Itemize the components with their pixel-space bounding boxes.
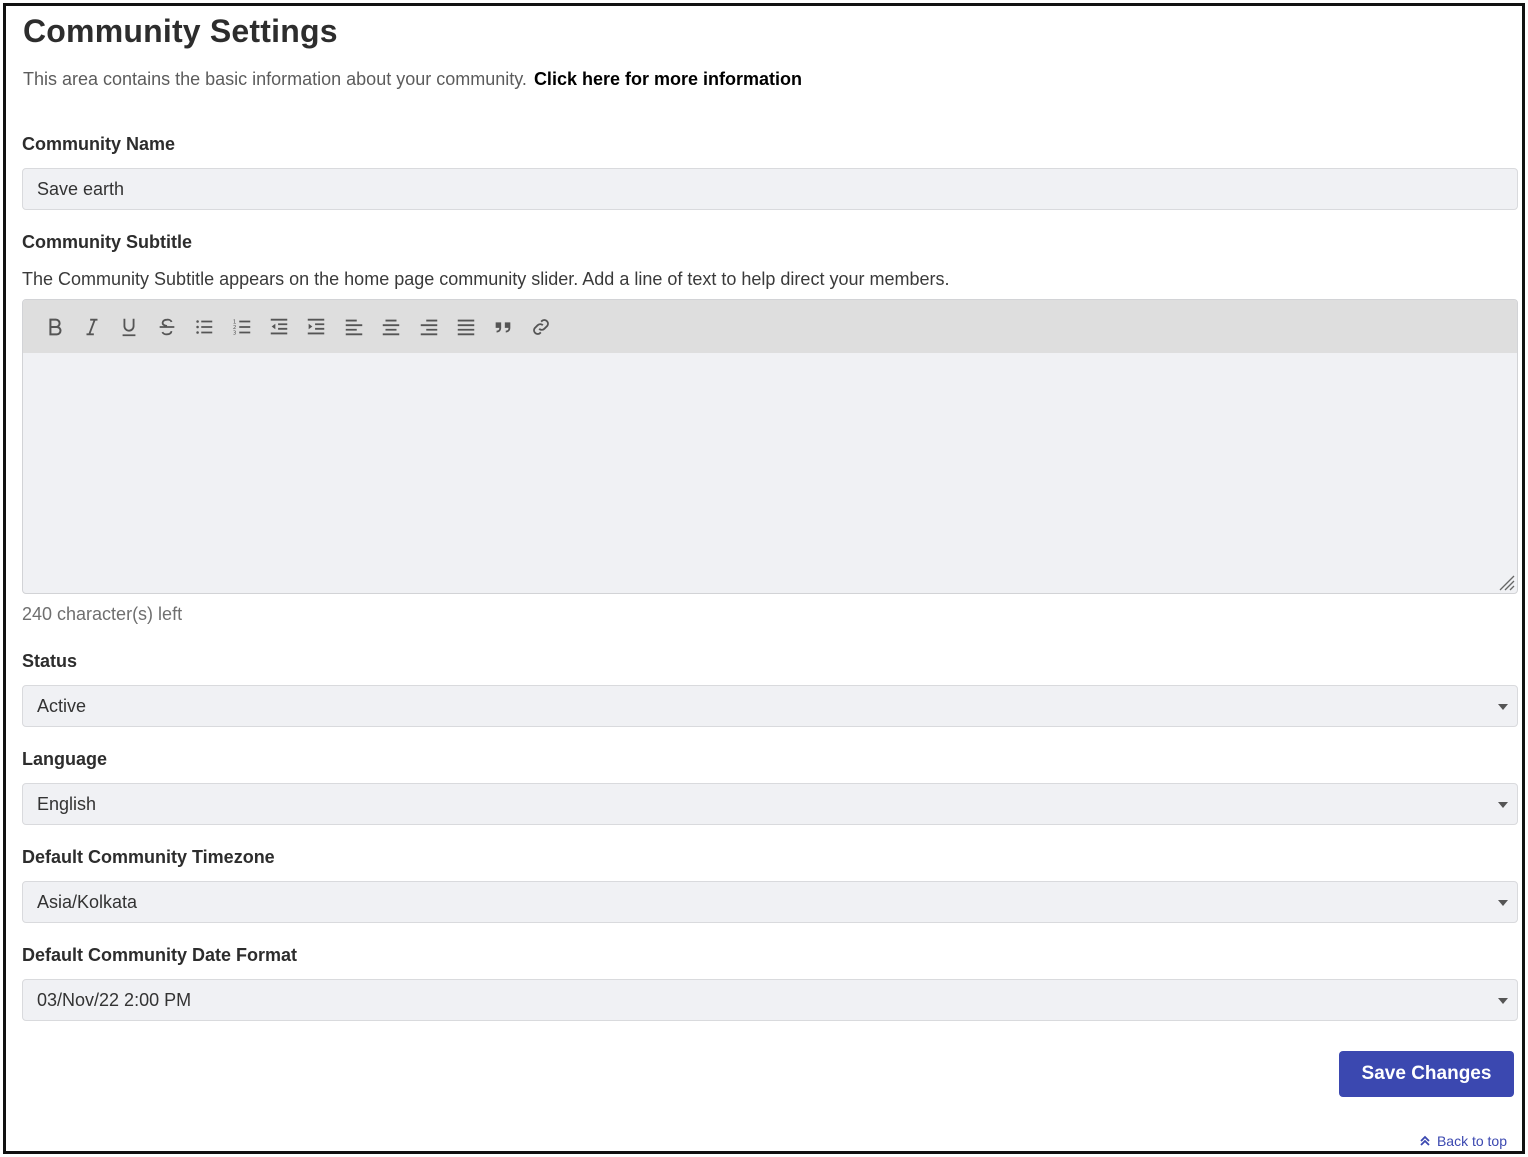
settings-panel: Community Settings This area contains th…: [3, 3, 1525, 1154]
save-changes-button[interactable]: Save Changes: [1339, 1051, 1514, 1097]
double-chevron-up-icon: [1420, 1135, 1430, 1146]
community-name-input[interactable]: Save earth: [22, 168, 1518, 210]
date-format-label: Default Community Date Format: [22, 945, 298, 965]
timezone-select[interactable]: Asia/Kolkata: [22, 881, 1518, 923]
status-select[interactable]: Active: [22, 685, 1518, 727]
italic-icon[interactable]: [73, 312, 110, 342]
underline-icon[interactable]: [111, 312, 148, 342]
indent-icon[interactable]: [298, 312, 335, 342]
align-left-icon[interactable]: [335, 312, 372, 342]
svg-text:3: 3: [232, 330, 236, 336]
align-center-icon[interactable]: [373, 312, 410, 342]
chevron-down-icon: [1498, 802, 1508, 808]
community-name-label: Community Name: [22, 134, 176, 154]
status-select-value: Active: [37, 696, 87, 716]
language-select[interactable]: English: [22, 783, 1518, 825]
link-icon[interactable]: [522, 312, 559, 342]
date-format-select-value: 03/Nov/22 2:00 PM: [37, 990, 192, 1010]
page-title: Community Settings: [23, 13, 338, 49]
intro-text: This area contains the basic information…: [23, 69, 802, 90]
subtitle-editor-content[interactable]: [23, 353, 1517, 593]
align-justify-icon[interactable]: [447, 312, 484, 342]
community-subtitle-label: Community Subtitle: [22, 232, 192, 252]
chevron-down-icon: [1498, 704, 1508, 710]
date-format-select[interactable]: 03/Nov/22 2:00 PM: [22, 979, 1518, 1021]
language-label: Language: [22, 749, 108, 769]
bold-icon[interactable]: [36, 312, 73, 342]
language-select-value: English: [37, 794, 97, 814]
bullet-list-icon[interactable]: [186, 312, 223, 342]
quote-icon[interactable]: [485, 312, 522, 342]
align-right-icon[interactable]: [410, 312, 447, 342]
character-counter: 240 character(s) left: [22, 604, 183, 624]
community-subtitle-help: The Community Subtitle appears on the ho…: [22, 269, 950, 289]
numbered-list-icon[interactable]: 123: [223, 312, 260, 342]
intro-description: This area contains the basic information…: [23, 69, 527, 89]
resize-handle-icon[interactable]: [1497, 573, 1515, 591]
back-to-top-link[interactable]: Back to top: [1419, 1133, 1507, 1149]
chevron-down-icon: [1498, 998, 1508, 1004]
timezone-select-value: Asia/Kolkata: [37, 892, 138, 912]
subtitle-rich-text-editor: 123: [22, 299, 1518, 594]
back-to-top-label: Back to top: [1436, 1133, 1507, 1149]
status-label: Status: [22, 651, 78, 671]
chevron-down-icon: [1498, 900, 1508, 906]
strikethrough-icon[interactable]: [148, 312, 185, 342]
outdent-icon[interactable]: [260, 312, 297, 342]
timezone-label: Default Community Timezone: [22, 847, 275, 867]
more-info-link[interactable]: Click here for more information: [534, 69, 802, 89]
editor-toolbar: 123: [23, 300, 1517, 353]
